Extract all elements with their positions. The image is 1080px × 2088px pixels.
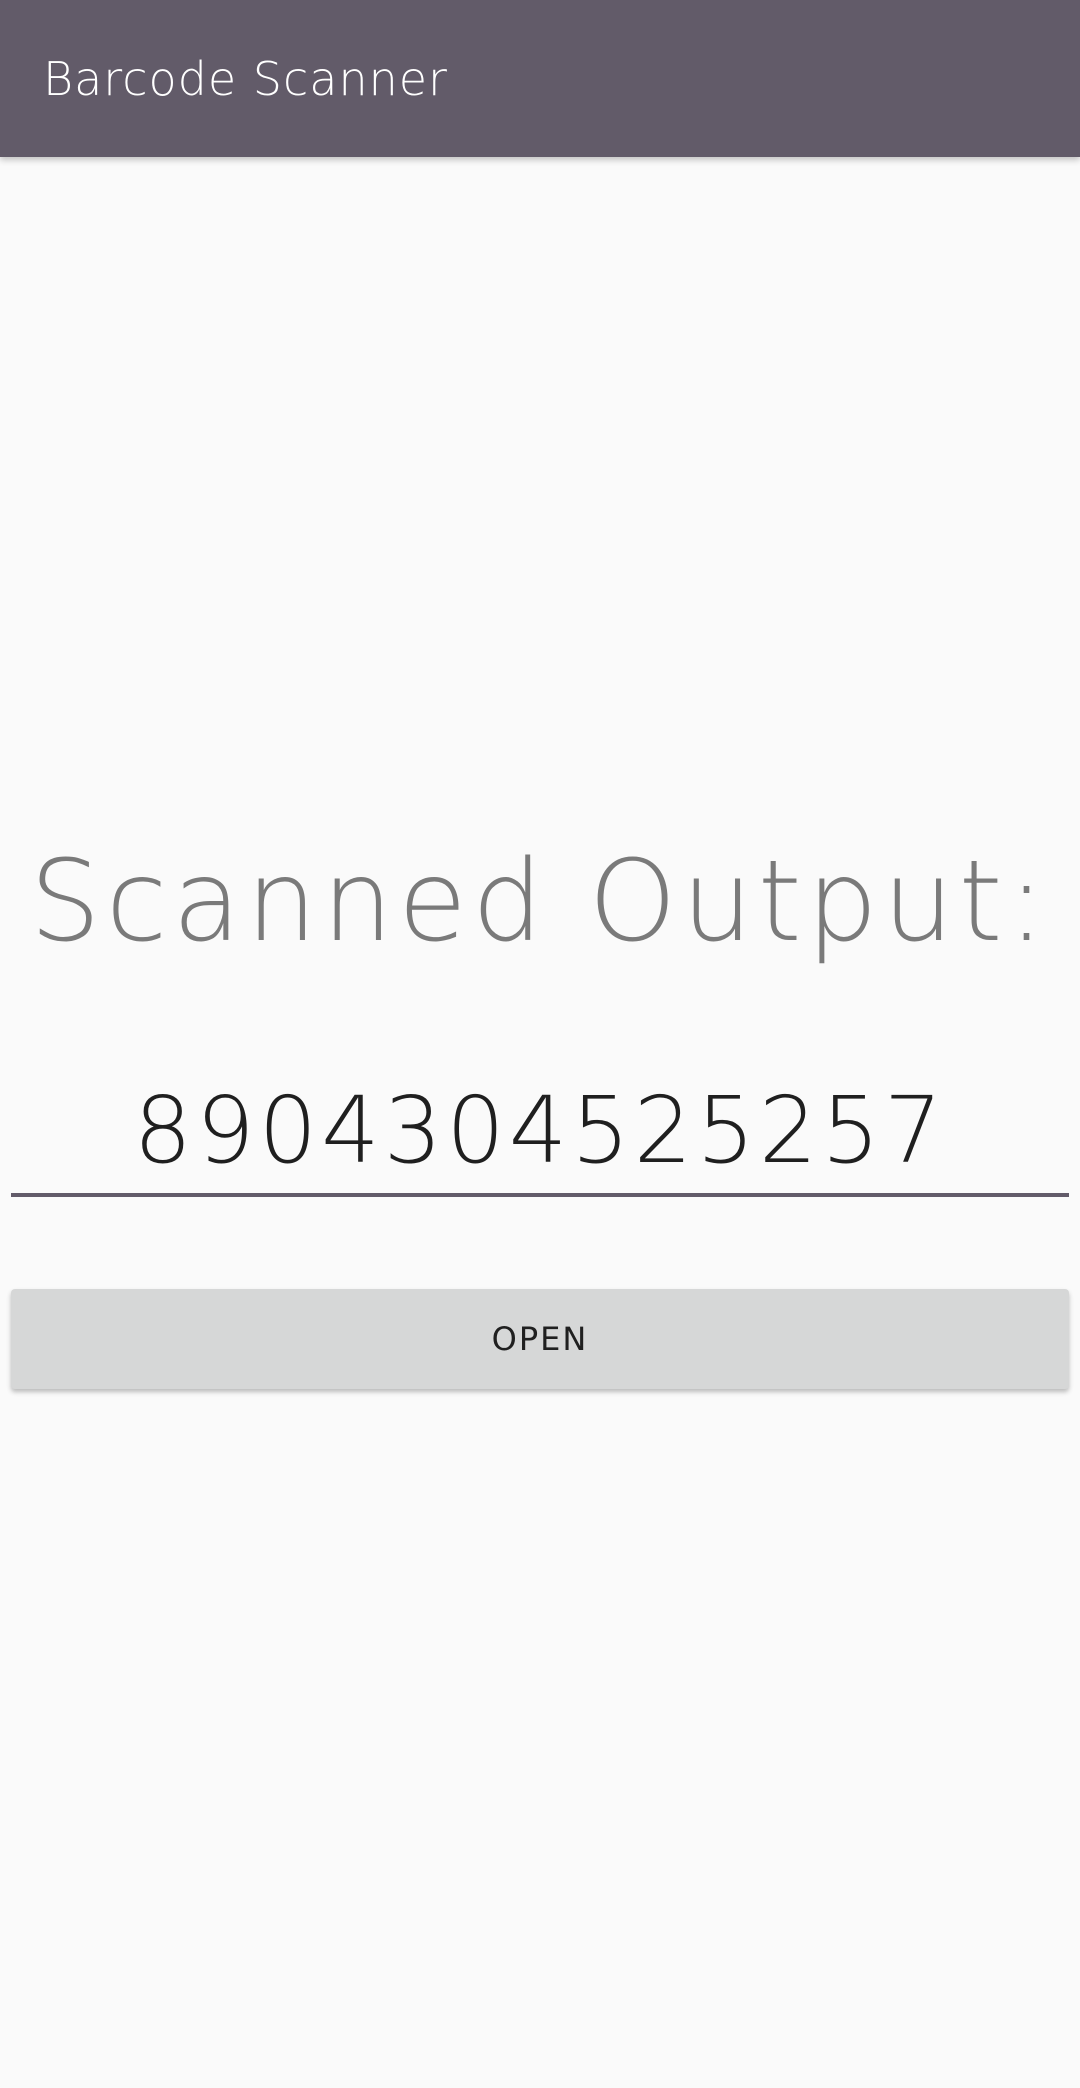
main-content: Scanned Output: 8904304525257 OPEN [0, 157, 1080, 2088]
app-title: Barcode Scanner [43, 52, 448, 106]
scanned-output-heading: Scanned Output: [29, 837, 1051, 967]
open-button[interactable]: OPEN [11, 1289, 1069, 1389]
scanned-output-field[interactable]: 8904304525257 [11, 1057, 1069, 1197]
app-bar: Barcode Scanner [0, 0, 1080, 157]
scanned-output-value[interactable]: 8904304525257 [11, 1081, 1069, 1181]
